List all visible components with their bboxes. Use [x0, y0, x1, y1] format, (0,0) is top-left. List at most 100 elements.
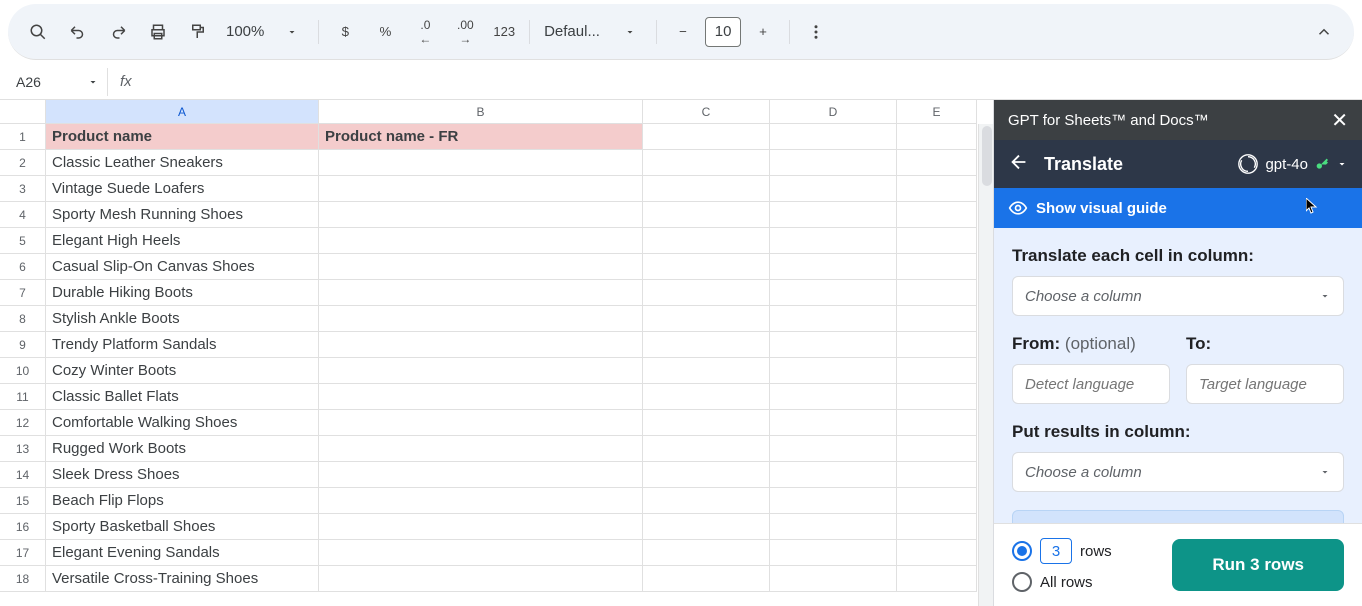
collapse-toolbar-button[interactable]: [1306, 14, 1342, 50]
cell[interactable]: Product name - FR: [319, 124, 643, 150]
cell[interactable]: [770, 124, 897, 150]
cell[interactable]: Elegant Evening Sandals: [46, 540, 319, 566]
cell[interactable]: [897, 150, 977, 176]
cell[interactable]: Cozy Winter Boots: [46, 358, 319, 384]
cell[interactable]: [319, 358, 643, 384]
cell[interactable]: [897, 410, 977, 436]
cell[interactable]: [643, 566, 770, 592]
cell[interactable]: [643, 410, 770, 436]
cell[interactable]: [770, 332, 897, 358]
cell[interactable]: [770, 306, 897, 332]
cell[interactable]: [319, 462, 643, 488]
cell[interactable]: [770, 514, 897, 540]
cell[interactable]: [897, 540, 977, 566]
cell[interactable]: [319, 280, 643, 306]
cell[interactable]: [319, 332, 643, 358]
cell[interactable]: [770, 202, 897, 228]
cell[interactable]: [770, 436, 897, 462]
cell[interactable]: [643, 332, 770, 358]
model-selector[interactable]: gpt-4o: [1237, 153, 1348, 175]
cell[interactable]: Beach Flip Flops: [46, 488, 319, 514]
more-button[interactable]: [798, 14, 834, 50]
rows-count-input[interactable]: [1040, 538, 1072, 564]
cell[interactable]: [770, 358, 897, 384]
column-header-c[interactable]: C: [643, 100, 770, 124]
cell[interactable]: Stylish Ankle Boots: [46, 306, 319, 332]
cell[interactable]: Classic Leather Sneakers: [46, 150, 319, 176]
cell[interactable]: [897, 202, 977, 228]
row-header[interactable]: 15: [0, 488, 46, 514]
row-header[interactable]: 10: [0, 358, 46, 384]
cell[interactable]: [770, 384, 897, 410]
row-header[interactable]: 12: [0, 410, 46, 436]
row-header[interactable]: 17: [0, 540, 46, 566]
cell[interactable]: [897, 124, 977, 150]
instructions-expand[interactable]: Use specific instructions: [1012, 510, 1344, 523]
cell[interactable]: [897, 462, 977, 488]
currency-button[interactable]: $: [327, 14, 363, 50]
cell[interactable]: [319, 150, 643, 176]
cell[interactable]: [897, 358, 977, 384]
column-header-d[interactable]: D: [770, 100, 897, 124]
font-select[interactable]: Defaul...: [538, 23, 608, 40]
row-header[interactable]: 6: [0, 254, 46, 280]
row-header[interactable]: 9: [0, 332, 46, 358]
cell[interactable]: Elegant High Heels: [46, 228, 319, 254]
cell[interactable]: [897, 436, 977, 462]
paint-format-button[interactable]: [180, 14, 216, 50]
cell[interactable]: Product name: [46, 124, 319, 150]
row-header[interactable]: 8: [0, 306, 46, 332]
row-header[interactable]: 2: [0, 150, 46, 176]
cell[interactable]: [897, 514, 977, 540]
cell[interactable]: [770, 280, 897, 306]
cell[interactable]: [643, 176, 770, 202]
cell[interactable]: [897, 176, 977, 202]
cell[interactable]: [319, 436, 643, 462]
font-dropdown-icon[interactable]: [612, 14, 648, 50]
select-all-corner[interactable]: [0, 100, 46, 124]
cell[interactable]: [319, 410, 643, 436]
cell[interactable]: [643, 150, 770, 176]
cell[interactable]: Casual Slip-On Canvas Shoes: [46, 254, 319, 280]
cell[interactable]: Vintage Suede Loafers: [46, 176, 319, 202]
search-icon[interactable]: [20, 14, 56, 50]
cell[interactable]: [643, 306, 770, 332]
cell[interactable]: [897, 254, 977, 280]
row-header[interactable]: 18: [0, 566, 46, 592]
cell[interactable]: Sporty Basketball Shoes: [46, 514, 319, 540]
cell[interactable]: [643, 514, 770, 540]
cell[interactable]: [770, 228, 897, 254]
cell[interactable]: [319, 514, 643, 540]
print-button[interactable]: [140, 14, 176, 50]
vertical-scrollbar[interactable]: [978, 124, 994, 606]
cell[interactable]: [770, 150, 897, 176]
decrease-decimal-button[interactable]: .0←: [407, 14, 443, 50]
row-header[interactable]: 5: [0, 228, 46, 254]
cell[interactable]: Comfortable Walking Shoes: [46, 410, 319, 436]
cell[interactable]: [897, 280, 977, 306]
row-header[interactable]: 4: [0, 202, 46, 228]
column-header-b[interactable]: B: [319, 100, 643, 124]
row-header[interactable]: 7: [0, 280, 46, 306]
cell[interactable]: Sleek Dress Shoes: [46, 462, 319, 488]
redo-button[interactable]: [100, 14, 136, 50]
row-header[interactable]: 3: [0, 176, 46, 202]
cell[interactable]: [643, 384, 770, 410]
row-header[interactable]: 14: [0, 462, 46, 488]
row-header[interactable]: 13: [0, 436, 46, 462]
cell[interactable]: [770, 176, 897, 202]
cell[interactable]: [770, 488, 897, 514]
cell[interactable]: Trendy Platform Sandals: [46, 332, 319, 358]
cell[interactable]: Durable Hiking Boots: [46, 280, 319, 306]
cell[interactable]: [319, 540, 643, 566]
increase-decimal-button[interactable]: .00→: [447, 14, 483, 50]
cell[interactable]: Versatile Cross-Training Shoes: [46, 566, 319, 592]
cell[interactable]: [643, 124, 770, 150]
cell[interactable]: [897, 384, 977, 410]
percent-button[interactable]: %: [367, 14, 403, 50]
source-column-select[interactable]: Choose a column: [1012, 276, 1344, 316]
cell[interactable]: Rugged Work Boots: [46, 436, 319, 462]
zoom-dropdown-icon[interactable]: [274, 14, 310, 50]
font-size-input[interactable]: [705, 17, 741, 47]
cell[interactable]: [897, 332, 977, 358]
